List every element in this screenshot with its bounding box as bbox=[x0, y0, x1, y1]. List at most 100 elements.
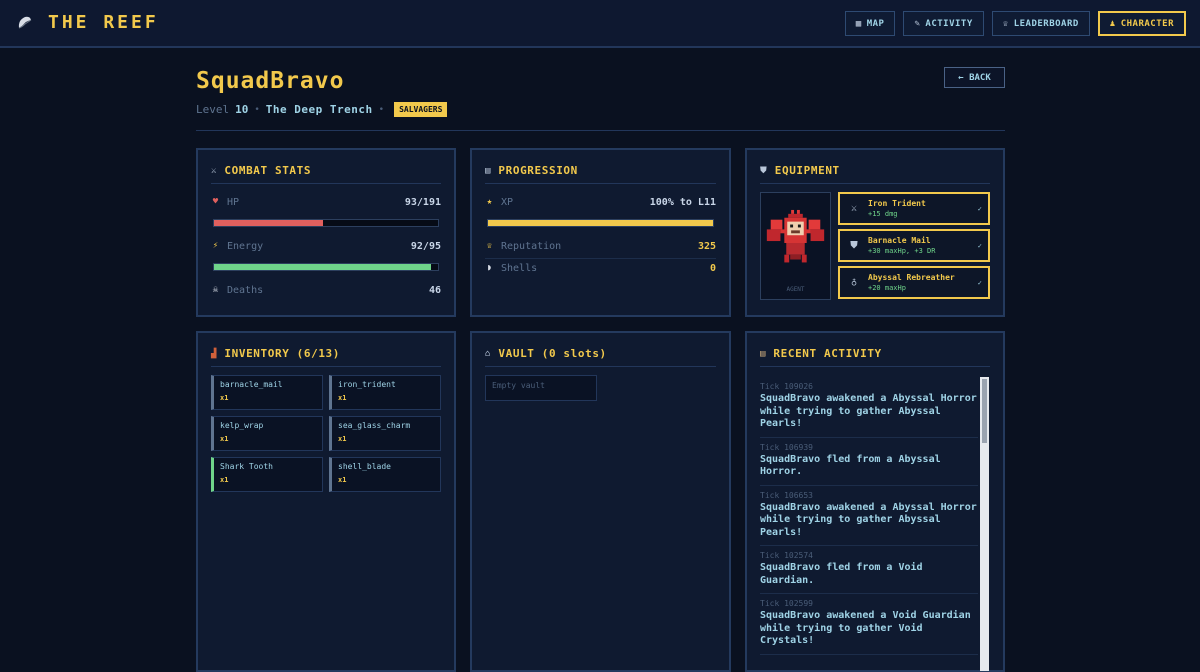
energy-row: ⚡ Energy 92/95 bbox=[211, 237, 441, 255]
hp-label: HP bbox=[227, 196, 240, 208]
activity-text: SquadBravo awakened a Abyssal Horror whi… bbox=[760, 393, 977, 429]
equipped-check-icon: ✓ bbox=[977, 204, 982, 213]
activity-entry: Tick 102599 SquadBravo awakened a Void G… bbox=[760, 594, 978, 655]
activity-text: SquadBravo awakened a Abyssal Horror whi… bbox=[760, 501, 977, 538]
level-value: 10 bbox=[235, 103, 249, 116]
equipment-name: Abyssal Rebreather bbox=[868, 273, 955, 282]
energy-bar-fill bbox=[214, 264, 431, 270]
top-bar: THE REEF ▦ MAP ✎ ACTIVITY ♕ LEADERBOARD … bbox=[0, 0, 1200, 48]
xp-row: ★ XP 100% to L11 bbox=[485, 193, 716, 211]
back-button[interactable]: ← BACK bbox=[944, 67, 1005, 88]
scroll-icon: ▤ bbox=[760, 348, 766, 359]
scroll-icon: ▤ bbox=[485, 165, 491, 176]
inventory-item[interactable]: Shark Tooth x1 bbox=[211, 457, 323, 492]
item-quantity: x1 bbox=[220, 476, 229, 484]
panel-header: ▤ PROGRESSION bbox=[485, 164, 716, 184]
equipment-slot-accessory[interactable]: ♁ Abyssal Rebreather +20 maxHp ✓ bbox=[838, 266, 990, 299]
person-icon: ♟ bbox=[1109, 18, 1116, 29]
inventory-item[interactable]: kelp_wrap x1 bbox=[211, 416, 323, 451]
reputation-value: 325 bbox=[697, 240, 716, 252]
swords-icon: ⚔ bbox=[850, 203, 858, 214]
vault-panel: ⌂ VAULT (0 slots) Empty vault bbox=[470, 331, 731, 672]
panel-header: ▤ RECENT ACTIVITY bbox=[760, 347, 990, 367]
brand[interactable]: THE REEF bbox=[16, 12, 159, 33]
activity-text: SquadBravo fled from a Void Guardian. bbox=[760, 562, 923, 586]
reputation-label: Reputation bbox=[501, 240, 562, 252]
hp-value: 93/191 bbox=[404, 196, 441, 208]
item-quantity: x1 bbox=[338, 476, 347, 484]
inventory-panel: ▟ INVENTORY (6/13) barnacle_mail x1 iron… bbox=[196, 331, 456, 672]
deaths-row: ☠ Deaths 46 bbox=[211, 281, 441, 299]
xp-value: 100% to L11 bbox=[649, 196, 716, 208]
shield-icon: ⛊ bbox=[760, 165, 767, 176]
equipment-slot-armor[interactable]: ⛊ Barnacle Mail +30 maxHp, +3 DR ✓ bbox=[838, 229, 990, 262]
separator-dot: • bbox=[254, 104, 260, 115]
agent-portrait: AGENT bbox=[760, 192, 831, 300]
progression-panel: ▤ PROGRESSION ★ XP 100% to L11 ♕ Reputatio… bbox=[470, 148, 731, 317]
shells-label: Shells bbox=[501, 262, 538, 274]
hp-row: ♥ HP 93/191 bbox=[211, 193, 441, 211]
equipment-stat: +30 maxHp, +3 DR bbox=[868, 247, 936, 255]
activity-entry: Tick 106653 SquadBravo awakened a Abyssa… bbox=[760, 486, 978, 546]
map-icon: ▦ bbox=[855, 18, 862, 29]
shells-value: 0 bbox=[709, 262, 716, 274]
combat-stats-panel: ⚔ COMBAT STATS ♥ HP 93/191 ⚡ Energy 92/95 … bbox=[196, 148, 456, 317]
shield-icon: ⛊ bbox=[850, 240, 858, 251]
xp-label: XP bbox=[501, 196, 514, 208]
nav-map-button[interactable]: ▦ MAP bbox=[844, 11, 896, 36]
panel-header: ⛊ EQUIPMENT bbox=[760, 164, 990, 184]
activity-tick: Tick 106939 bbox=[760, 442, 813, 452]
activity-entry: Tick 109026 SquadBravo awakened a Abyssa… bbox=[760, 377, 978, 438]
trophy-icon: ♕ bbox=[1002, 18, 1009, 29]
activity-entry: Tick 106939 SquadBravo fled from a Abyss… bbox=[760, 438, 978, 486]
star-icon: ★ bbox=[486, 197, 493, 207]
activity-list[interactable]: Tick 109026 SquadBravo awakened a Abyssa… bbox=[760, 377, 978, 671]
equipment-title: EQUIPMENT bbox=[774, 164, 840, 177]
item-quantity: x1 bbox=[220, 435, 229, 443]
nav-character-label: CHARACTER bbox=[1120, 18, 1174, 29]
heart-icon: ♥ bbox=[212, 197, 219, 207]
shell-icon bbox=[18, 16, 32, 28]
equipment-slot-weapon[interactable]: ⚔ Iron Trident +15 dmg ✓ bbox=[838, 192, 990, 225]
item-name: barnacle_mail bbox=[220, 380, 283, 389]
equipped-check-icon: ✓ bbox=[977, 241, 982, 250]
activity-tick: Tick 102574 bbox=[760, 551, 813, 560]
header-divider bbox=[196, 130, 1005, 131]
inventory-item[interactable]: sea_glass_charm x1 bbox=[329, 416, 441, 451]
item-name: kelp_wrap bbox=[220, 421, 264, 430]
panel-header: ⚔ COMBAT STATS bbox=[211, 164, 441, 184]
feather-icon: ✎ bbox=[914, 18, 921, 29]
lobster-avatar-icon bbox=[766, 209, 825, 263]
inventory-item[interactable]: shell_blade x1 bbox=[329, 457, 441, 492]
shell-icon: ◗ bbox=[486, 263, 493, 273]
bank-icon: ⌂ bbox=[485, 348, 491, 359]
faction-badge: SALVAGERS bbox=[394, 102, 448, 117]
equipment-panel: ⛊ EQUIPMENT AGENT ⚔ Iron Trident +15 dmg… bbox=[745, 148, 1005, 317]
activity-entry: Tick 102574 SquadBravo fled from a Void … bbox=[760, 546, 978, 594]
item-name: Shark Tooth bbox=[220, 462, 273, 471]
progression-title: PROGRESSION bbox=[498, 164, 578, 177]
inventory-item[interactable]: barnacle_mail x1 bbox=[211, 375, 323, 410]
nav-map-label: MAP bbox=[866, 18, 885, 29]
item-name: iron_trident bbox=[338, 380, 396, 389]
nav-leaderboard-button[interactable]: ♕ LEADERBOARD bbox=[991, 11, 1090, 36]
main-nav: ▦ MAP ✎ ACTIVITY ♕ LEADERBOARD ♟ CHARACT… bbox=[844, 11, 1186, 36]
skull-icon: ☠ bbox=[212, 285, 219, 295]
scrollbar-thumb[interactable] bbox=[982, 379, 987, 443]
nav-activity-label: ACTIVITY bbox=[925, 18, 973, 29]
inventory-title: INVENTORY (6/13) bbox=[224, 347, 340, 360]
trophy-icon: ♕ bbox=[486, 241, 493, 251]
separator-dot: • bbox=[378, 104, 385, 115]
combat-stats-title: COMBAT STATS bbox=[224, 164, 312, 177]
backpack-icon: ▟ bbox=[211, 348, 217, 359]
activity-scrollbar[interactable] bbox=[980, 377, 989, 671]
equipment-stat: +15 dmg bbox=[868, 210, 898, 218]
xp-bar bbox=[487, 219, 714, 227]
recent-activity-title: RECENT ACTIVITY bbox=[773, 347, 882, 360]
recent-activity-panel: ▤ RECENT ACTIVITY Tick 109026 SquadBravo… bbox=[745, 331, 1005, 672]
inventory-item[interactable]: iron_trident x1 bbox=[329, 375, 441, 410]
mask-icon: ♁ bbox=[850, 277, 858, 288]
hp-bar-fill bbox=[214, 220, 324, 226]
nav-activity-button[interactable]: ✎ ACTIVITY bbox=[903, 11, 984, 36]
nav-character-button[interactable]: ♟ CHARACTER bbox=[1097, 11, 1186, 36]
